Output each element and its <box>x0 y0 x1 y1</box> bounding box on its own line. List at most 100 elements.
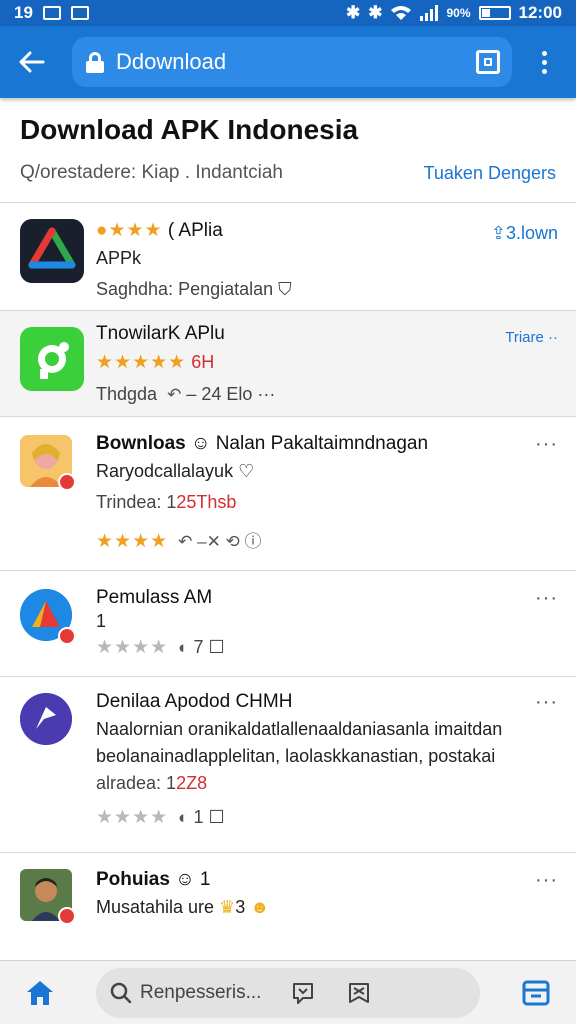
item-meta-value: 25Thsb <box>176 492 237 512</box>
search-bar[interactable]: Renpesseris... <box>96 967 480 1018</box>
notification-badge <box>58 627 76 645</box>
list-item[interactable]: TnowilarK APlu ★★★★★ 6H Thdgda ↶ – 24 Elo… <box>0 310 576 416</box>
arrow-left-icon <box>19 51 45 73</box>
page-subtitle: Q/orestadere: Kiap . Indantciah <box>20 162 283 183</box>
item-title: Pohuias <box>96 869 170 890</box>
item-description-line1: Naalornian oranikaldatlallenaaldaniasanl… <box>96 719 503 739</box>
item-meta: Saghdha: Pengiatalan <box>96 279 274 299</box>
more-button[interactable]: ··· <box>535 433 558 456</box>
bluetooth-icon: ✱ <box>345 3 361 22</box>
item-subtitle: 1 <box>96 611 107 631</box>
status-bar: 19 ✱ ✱ 90% 12:00 <box>0 0 576 26</box>
item-rating-prefix: ( APlia <box>167 220 223 241</box>
lock-icon <box>86 52 104 73</box>
search-placeholder: Renpesseris... <box>140 981 262 1003</box>
battery-icon <box>478 6 511 20</box>
back-button[interactable] <box>14 44 50 80</box>
box-icon <box>522 980 550 1005</box>
item-subtitle: Raryodcallalayuk <box>96 461 234 481</box>
reply-icon: ◐ <box>178 638 189 657</box>
list-item[interactable]: ●★★★ ( APlia APPk Saghdha: Pengiatalan ⛉… <box>0 202 576 310</box>
page-header: Download APK Indonesia Q/orestadere: Kia… <box>0 98 576 202</box>
item-subtitle-rest: 3 <box>235 897 246 917</box>
star-rating: ★★★★ <box>96 807 169 828</box>
battery-percent: 90% <box>446 6 471 20</box>
list-item[interactable]: Pohuias ☺ 1 Musatahila ure ♛3 ☻ ··· <box>0 852 576 956</box>
home-button[interactable] <box>18 971 62 1015</box>
item-title: TnowilarK APlu <box>96 323 225 344</box>
more-button[interactable]: ··· <box>535 691 558 714</box>
chat-icon[interactable] <box>289 979 317 1007</box>
avatar <box>20 869 76 925</box>
item-title: Bownloas <box>96 433 186 454</box>
library-button[interactable] <box>514 971 558 1015</box>
image-notification-icon <box>42 6 61 20</box>
item-rating-count: 7 <box>193 637 204 657</box>
more-button[interactable]: ··· <box>535 869 558 892</box>
app-icon-green <box>20 327 84 391</box>
download-icon: ⇪ <box>490 223 506 243</box>
inbox-icon[interactable] <box>345 979 373 1007</box>
list-item[interactable]: Denilaa Apodod CHMH Naalornian oranikald… <box>0 676 576 852</box>
crown-icon: ♛ <box>219 897 236 917</box>
gallery-notification-icon <box>70 6 89 20</box>
heart-icon: ♡ <box>238 461 255 481</box>
item-title: Denilaa Apodod CHMH <box>96 691 293 712</box>
url-bar[interactable]: Ddownload <box>72 37 512 87</box>
item-meta-label: Trindea: 1 <box>96 492 177 512</box>
search-icon <box>110 982 132 1003</box>
page-title: Download APK Indonesia <box>20 114 359 145</box>
reply-icon: ↶ <box>167 385 182 404</box>
app-list: ●★★★ ( APlia APPk Saghdha: Pengiatalan ⛉… <box>0 202 576 956</box>
tab-switcher-button[interactable] <box>476 50 500 74</box>
overflow-menu-button[interactable] <box>534 50 554 74</box>
status-time: 12:00 <box>518 3 562 22</box>
item-meta-label: alradea: 1 <box>96 773 177 793</box>
star-rating: ●★★★ <box>96 220 163 241</box>
avatar <box>20 435 76 491</box>
item-title: Pemulass AM <box>96 587 213 608</box>
notification-badge <box>58 907 76 925</box>
list-item[interactable]: Pemulass AM 1 ★★★★ ◐ 7 ☐ ··· <box>0 570 576 676</box>
emoji-icon: ☻ <box>250 897 270 917</box>
shield-icon: ⛉ <box>278 279 292 299</box>
item-action-link[interactable]: Triare ·· <box>505 329 558 346</box>
signal-icon <box>420 5 439 21</box>
item-rating-value: 6H <box>191 352 215 372</box>
notification-badge <box>58 473 76 491</box>
star-rating: ★★★★ <box>96 637 169 658</box>
action-icons: ↶ –✕ ⟲ ⓘ <box>178 532 262 551</box>
bluetooth-alt-icon: ✱ <box>368 3 383 22</box>
home-icon <box>27 980 53 1005</box>
item-meta-extra: – 24 <box>186 384 222 404</box>
face-icon: ☺ <box>175 869 195 890</box>
url-text: Ddownload <box>116 49 227 74</box>
comment-icon: ☐ <box>208 637 225 657</box>
item-meta-tail: Elo ··· <box>226 384 276 404</box>
item-subtitle: Musatahila ure <box>96 897 215 917</box>
comment-icon: ☐ <box>208 807 225 827</box>
download-count-link[interactable]: 3.lown <box>506 223 558 243</box>
item-title-rest: Nalan Pakaltaimndnagan <box>215 433 429 454</box>
item-meta-value: 2Z8 <box>176 773 208 793</box>
more-button[interactable]: ··· <box>535 587 558 610</box>
app-icon-purple <box>20 693 72 745</box>
header-link[interactable]: Tuaken Dengers <box>424 163 556 184</box>
status-time-left: 19 <box>14 3 33 22</box>
face-icon: ☺ <box>191 433 211 454</box>
item-rating-count: 1 <box>193 807 204 827</box>
item-description-line2: beolanainadlapplelitan, laolaskkanastian… <box>96 746 496 766</box>
wifi-icon <box>390 5 412 21</box>
item-title-rest: 1 <box>199 869 211 890</box>
item-subtitle: APPk <box>96 248 142 268</box>
list-item[interactable]: Bownloas ☺ Nalan Pakaltaimndnagan Raryod… <box>0 416 576 570</box>
item-meta: Thdgda <box>96 384 158 404</box>
app-bar: Ddownload <box>0 26 576 98</box>
app-icon-drive <box>20 219 84 283</box>
star-rating: ★★★★★ <box>96 352 187 373</box>
tabs-icon <box>484 58 492 66</box>
app-icon-triangle <box>20 589 76 645</box>
reply-icon: ◐ <box>178 808 189 827</box>
star-rating: ★★★★ <box>96 531 169 552</box>
bottom-bar: Renpesseris... <box>0 960 576 1024</box>
